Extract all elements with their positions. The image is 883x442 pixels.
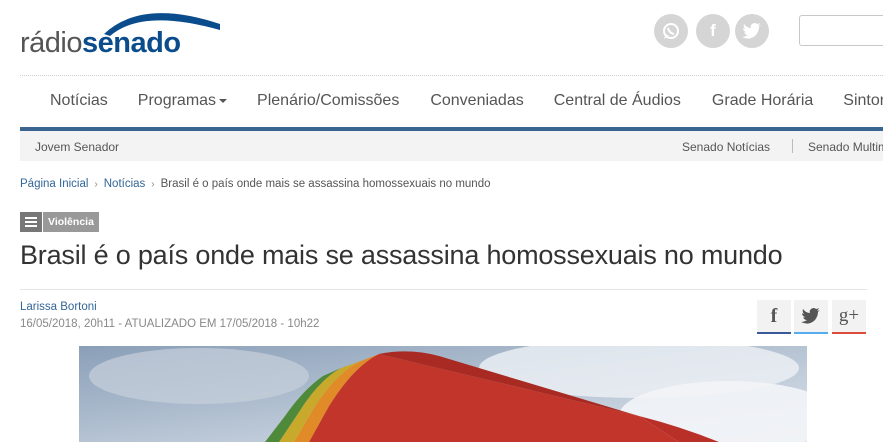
share-facebook-button[interactable]: f xyxy=(757,300,791,334)
article-image xyxy=(79,346,807,442)
twitter-icon xyxy=(801,308,820,324)
breadcrumb-separator-icon: › xyxy=(94,178,98,190)
breadcrumb-current: Brasil é o país onde mais se assassina h… xyxy=(160,178,491,190)
twitter-button[interactable] xyxy=(735,14,769,48)
share-google-plus-button[interactable]: g+ xyxy=(832,300,866,334)
site-logo[interactable]: rádiosenado xyxy=(20,2,220,64)
logo-text: rádiosenado xyxy=(20,27,181,59)
subnav-senado-noticias[interactable]: Senado Notícias xyxy=(682,140,770,154)
facebook-icon: f xyxy=(710,21,716,40)
nav-item-noticias[interactable]: Notícias xyxy=(50,86,108,118)
nav-item-sintonize[interactable]: Sintonize xyxy=(843,86,883,118)
twitter-icon xyxy=(742,23,761,39)
breadcrumb-home[interactable]: Página Inicial xyxy=(20,178,88,190)
subnav-divider xyxy=(792,139,793,153)
breadcrumb: Página Inicial › Notícias › Brasil é o p… xyxy=(20,178,491,190)
facebook-button[interactable]: f xyxy=(696,14,730,48)
facebook-icon: f xyxy=(770,304,778,327)
nav-item-label: Programas xyxy=(137,92,217,109)
search-input[interactable] xyxy=(799,15,883,46)
breadcrumb-separator-icon: › xyxy=(151,178,155,190)
google-plus-icon: g+ xyxy=(838,305,860,326)
whatsapp-icon xyxy=(663,23,679,39)
subnav-senado-multimidia[interactable]: Senado Multimídia xyxy=(808,140,883,154)
nav-item-grade-horaria[interactable]: Grade Horária xyxy=(712,86,813,118)
share-twitter-button[interactable] xyxy=(794,300,828,334)
article-title: Brasil é o país onde mais se assassina h… xyxy=(20,240,783,270)
nav-item-programas[interactable]: Programas xyxy=(137,86,228,118)
nav-item-conveniadas[interactable]: Conveniadas xyxy=(430,86,523,118)
main-nav: Notícias Programas Plenário/Comissões Co… xyxy=(20,86,883,118)
category-tag[interactable]: Violência xyxy=(43,212,99,232)
list-icon xyxy=(20,212,42,232)
nav-item-central-audios[interactable]: Central de Áudios xyxy=(554,86,681,118)
title-divider xyxy=(20,289,867,290)
whatsapp-button[interactable] xyxy=(654,14,688,48)
nav-item-plenario[interactable]: Plenário/Comissões xyxy=(257,86,399,118)
article-date: 16/05/2018, 20h11 - ATUALIZADO EM 17/05/… xyxy=(20,318,320,330)
breadcrumb-section[interactable]: Notícias xyxy=(104,178,146,190)
chevron-down-icon xyxy=(219,98,228,103)
rainbow-flag-photo xyxy=(79,346,807,442)
subnav-jovem-senador[interactable]: Jovem Senador xyxy=(35,140,119,154)
article-author[interactable]: Larissa Bortoni xyxy=(20,301,97,313)
header-divider xyxy=(20,75,883,76)
